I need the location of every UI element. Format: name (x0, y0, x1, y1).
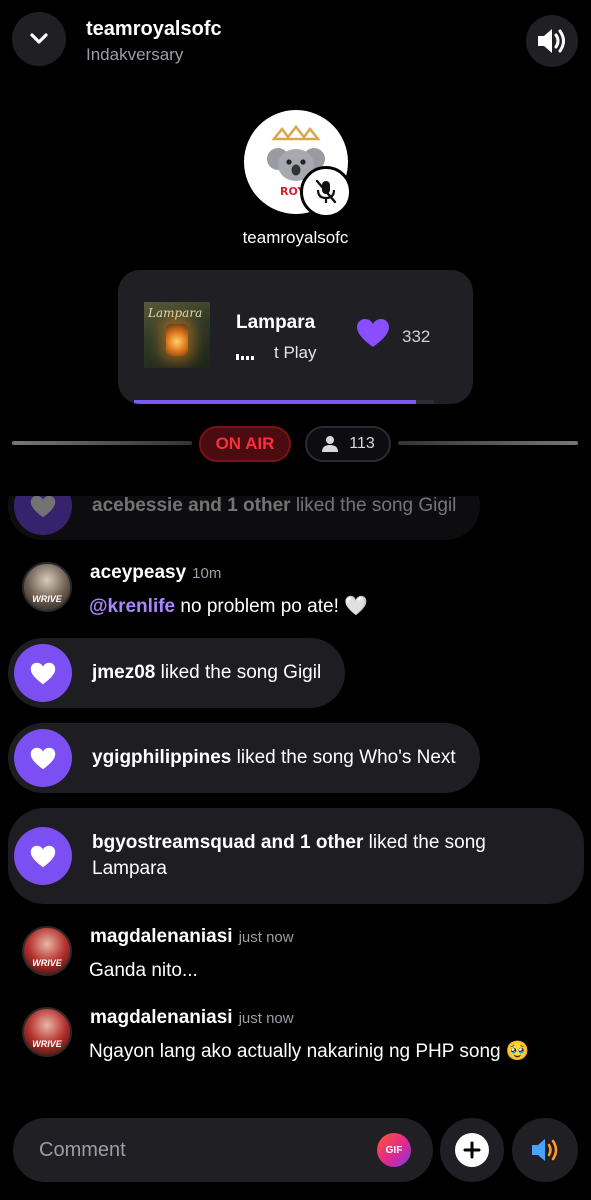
like-activity-icon (14, 644, 72, 702)
like-activity-icon (14, 729, 72, 787)
album-art-title: Lampara (148, 306, 203, 320)
song-status: t Play (236, 343, 317, 363)
speaker-icon (538, 29, 565, 53)
song-like-button[interactable] (356, 318, 390, 353)
heart-icon (30, 496, 56, 517)
mic-off-icon (315, 179, 337, 204)
speaker-button[interactable] (526, 15, 578, 67)
chat-text: @krenlife no problem po ate! 🤍 (89, 596, 368, 617)
chat-text: Ngayon lang ako actually nakarinig ng PH… (89, 1041, 530, 1062)
like-activity-text: bgyostreamsquad and 1 other liked the so… (92, 832, 486, 879)
like-activity-icon (14, 496, 72, 535)
now-playing-card[interactable]: Lampara Lampara t Play 332 (118, 270, 473, 404)
host-name: teamroyalsofc (242, 228, 349, 247)
activity-feed[interactable]: acebessie and 1 other liked the song Gig… (0, 496, 591, 1102)
collapse-button[interactable] (12, 12, 66, 66)
host-muted-badge (300, 166, 352, 218)
live-room-screen: teamroyalsofc Indakversary ROYA teamroya… (0, 0, 591, 1200)
lantern-icon (166, 324, 188, 356)
gif-button[interactable]: GIF (377, 1133, 411, 1167)
mention-link[interactable]: @krenlife (89, 596, 175, 617)
chat-message: WRIVE magdalenaniasi just now Ganda nito.… (22, 926, 582, 986)
listener-count: 113 (349, 435, 375, 452)
add-button[interactable] (440, 1118, 504, 1182)
song-title: Lampara (236, 312, 316, 333)
like-activity-item: ygigphilippines liked the song Who's Nex… (8, 723, 480, 793)
song-status-text: t Play (274, 343, 317, 362)
speaker-wave-icon (532, 1139, 558, 1161)
like-activity-item: bgyostreamsquad and 1 other liked the so… (8, 808, 584, 904)
chat-timestamp: 10m (192, 565, 222, 582)
like-activity-item: jmez08 liked the song Gigil (8, 638, 346, 708)
plus-icon (455, 1133, 489, 1167)
chat-timestamp: just now (238, 1010, 294, 1027)
chat-username[interactable]: magdalenaniasi just now (90, 926, 294, 948)
chat-message: WRIVE magdalenaniasi just now Ngayon lang… (22, 1007, 582, 1097)
on-air-badge: ON AIR (199, 426, 291, 462)
comment-composer: GIF (13, 1118, 433, 1182)
sound-effects-button[interactable] (512, 1118, 578, 1182)
heart-icon (30, 662, 56, 684)
like-activity-text: jmez08 liked the song Gigil (92, 662, 322, 683)
heart-icon (30, 845, 56, 867)
divider-left (12, 441, 192, 445)
room-subtitle: Indakversary (86, 45, 184, 64)
room-title: teamroyalsofc (86, 18, 222, 40)
chat-timestamp: just now (238, 929, 294, 946)
song-progress-fill (134, 400, 416, 404)
like-activity-item: acebessie and 1 other liked the song Gig… (8, 496, 481, 540)
like-activity-text: acebessie and 1 other liked the song Gig… (92, 496, 457, 516)
chevron-down-icon (30, 33, 48, 44)
comment-input[interactable] (39, 1118, 359, 1182)
album-art: Lampara (144, 302, 210, 368)
chat-username[interactable]: magdalenaniasi just now (90, 1007, 294, 1029)
person-icon (322, 436, 339, 452)
chat-username[interactable]: aceypeasy 10m (90, 562, 221, 584)
chat-message: WRIVE aceypeasy 10m @krenlife no problem … (22, 562, 582, 632)
heart-icon (357, 319, 389, 347)
chat-text: Ganda nito... (89, 960, 198, 981)
avatar[interactable]: WRIVE (22, 926, 72, 976)
like-activity-icon (14, 827, 72, 885)
equalizer-icon (236, 348, 258, 360)
room-header: teamroyalsofc Indakversary (86, 16, 222, 68)
divider-right (398, 441, 578, 445)
song-like-count: 332 (402, 327, 431, 346)
listener-count-button[interactable]: 113 (305, 426, 391, 462)
avatar[interactable]: WRIVE (22, 562, 72, 612)
avatar[interactable]: WRIVE (22, 1007, 72, 1057)
heart-icon (30, 747, 56, 769)
like-activity-text: ygigphilippines liked the song Who's Nex… (92, 747, 456, 768)
song-progress-bar (134, 400, 434, 404)
